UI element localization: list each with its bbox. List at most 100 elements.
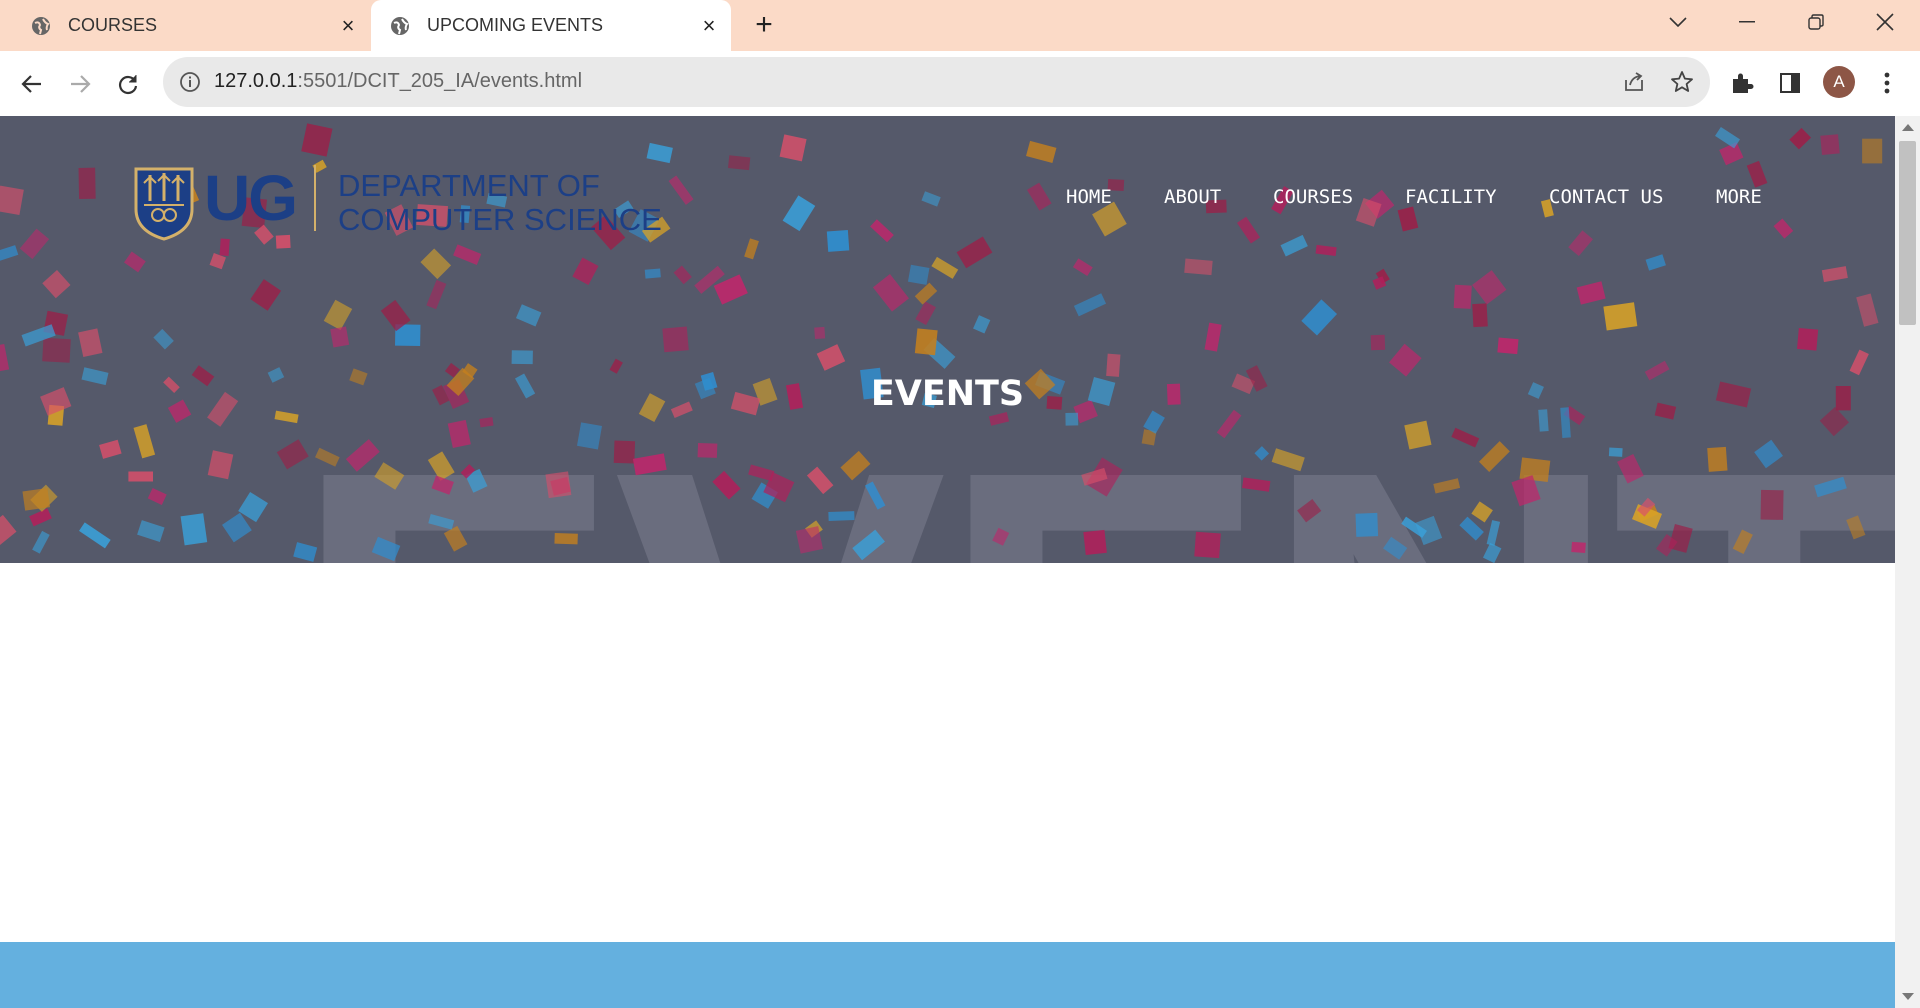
back-icon[interactable] [12, 64, 52, 104]
url-text[interactable]: 127.0.0.1:5501/DCIT_205_IA/events.html [214, 70, 582, 93]
tab-courses[interactable]: COURSES × [0, 0, 370, 51]
confetti-piece [1820, 134, 1840, 155]
confetti-piece [1194, 531, 1221, 559]
close-icon[interactable]: × [340, 14, 356, 36]
confetti-piece [1789, 127, 1812, 150]
confetti-piece [371, 536, 401, 562]
confetti-piece [907, 264, 930, 285]
confetti-piece [1576, 281, 1606, 305]
scrollbar-thumb[interactable] [1899, 141, 1916, 325]
scroll-down-arrow-icon[interactable] [1902, 993, 1914, 1000]
confetti-piece [32, 530, 50, 554]
browser-toolbar: 127.0.0.1:5501/DCIT_205_IA/events.html A [0, 51, 1920, 117]
confetti-piece [78, 328, 103, 357]
confetti-piece [0, 245, 19, 263]
kebab-menu-icon[interactable] [1872, 68, 1902, 98]
confetti-piece [124, 251, 146, 273]
confetti-piece [1603, 302, 1638, 331]
confetti-piece [1280, 234, 1308, 257]
nav-about[interactable]: ABOUT [1164, 186, 1221, 208]
confetti-piece [1073, 293, 1107, 317]
confetti-piece [1760, 489, 1784, 520]
confetti-piece [443, 525, 468, 552]
side-panel-icon[interactable] [1775, 68, 1805, 98]
chevron-down-icon[interactable] [1648, 0, 1708, 44]
confetti-piece [1184, 258, 1213, 276]
confetti-piece [29, 508, 52, 527]
minimize-icon[interactable] [1717, 0, 1777, 44]
confetti-piece [1297, 499, 1322, 523]
nav-facility[interactable]: FACILITY [1405, 186, 1497, 208]
confetti-piece [1754, 439, 1783, 469]
confetti-piece [914, 282, 938, 305]
info-icon[interactable] [179, 71, 201, 93]
confetti-piece [1617, 453, 1644, 484]
confetti-piece [915, 301, 936, 326]
star-icon[interactable] [1667, 67, 1697, 97]
confetti-piece [22, 488, 51, 511]
confetti-piece [330, 326, 350, 348]
tab-strip: COURSES × UPCOMING EVENTS × + [0, 0, 1920, 51]
confetti-piece [1355, 512, 1379, 537]
confetti-piece [1849, 349, 1869, 376]
confetti-piece [782, 195, 816, 232]
close-icon[interactable]: × [701, 14, 717, 36]
confetti-piece [1707, 446, 1728, 472]
window-close-icon[interactable] [1855, 0, 1915, 44]
confetti-piece [128, 471, 153, 482]
tab-label: UPCOMING EVENTS [427, 15, 604, 35]
confetti-piece [870, 219, 894, 243]
extensions-icon[interactable] [1727, 68, 1757, 98]
confetti-piece [992, 527, 1010, 546]
share-icon[interactable] [1619, 67, 1649, 97]
reload-icon[interactable] [108, 64, 148, 104]
confetti-piece [1397, 206, 1419, 232]
new-tab-icon[interactable]: + [751, 10, 777, 40]
confetti-piece [852, 529, 885, 561]
confetti-piece [1497, 337, 1519, 355]
confetti-piece [914, 328, 938, 356]
confetti-piece [673, 265, 692, 285]
confetti-piece [78, 167, 96, 200]
confetti-piece [1482, 542, 1502, 563]
confetti-piece [1433, 478, 1461, 494]
nav-home[interactable]: HOME [1066, 186, 1112, 208]
logo-department-text: DEPARTMENT OF COMPUTER SCIENCE [338, 169, 662, 237]
nav-more[interactable]: MORE [1716, 186, 1762, 208]
confetti-piece [1568, 230, 1593, 257]
nav-contact-us[interactable]: CONTACT US [1549, 186, 1663, 208]
forward-icon[interactable] [60, 64, 100, 104]
confetti-piece [576, 422, 603, 450]
confetti-piece [988, 412, 1010, 426]
page-scrollbar[interactable] [1895, 116, 1920, 1008]
confetti-piece [1846, 515, 1866, 540]
confetti-piece [814, 326, 826, 340]
confetti-piece [864, 481, 886, 510]
confetti-piece [632, 453, 667, 476]
tab-upcoming-events[interactable]: UPCOMING EVENTS × [371, 0, 731, 51]
confetti-piece [79, 522, 111, 549]
confetti-piece [1453, 284, 1472, 309]
confetti-piece [1204, 322, 1222, 352]
confetti-piece [1471, 501, 1493, 523]
confetti-piece [428, 514, 455, 530]
scroll-up-arrow-icon[interactable] [1902, 124, 1914, 131]
nav-courses[interactable]: COURSES [1273, 186, 1353, 208]
site-logo[interactable]: UG DEPARTMENT OF COMPUTER SCIENCE [134, 162, 674, 245]
confetti-piece [1383, 536, 1408, 560]
hero-banner: EVENTS UG DEPARTMENT OF COMPUTER SCIENCE… [0, 116, 1895, 563]
restore-icon[interactable] [1786, 0, 1846, 44]
confetti-piece [1645, 254, 1666, 271]
confetti-piece [956, 236, 993, 269]
confetti-piece [931, 256, 959, 279]
confetti-piece [301, 123, 333, 157]
confetti-piece [921, 191, 941, 207]
confetti-piece [147, 487, 167, 505]
confetti-piece [207, 450, 234, 480]
footer-accent-bar [0, 942, 1895, 1008]
confetti-piece [345, 439, 380, 472]
confetti-piece [1459, 516, 1484, 541]
profile-avatar[interactable]: A [1823, 66, 1855, 98]
confetti-piece [427, 451, 455, 481]
address-bar[interactable]: 127.0.0.1:5501/DCIT_205_IA/events.html [163, 57, 1710, 107]
